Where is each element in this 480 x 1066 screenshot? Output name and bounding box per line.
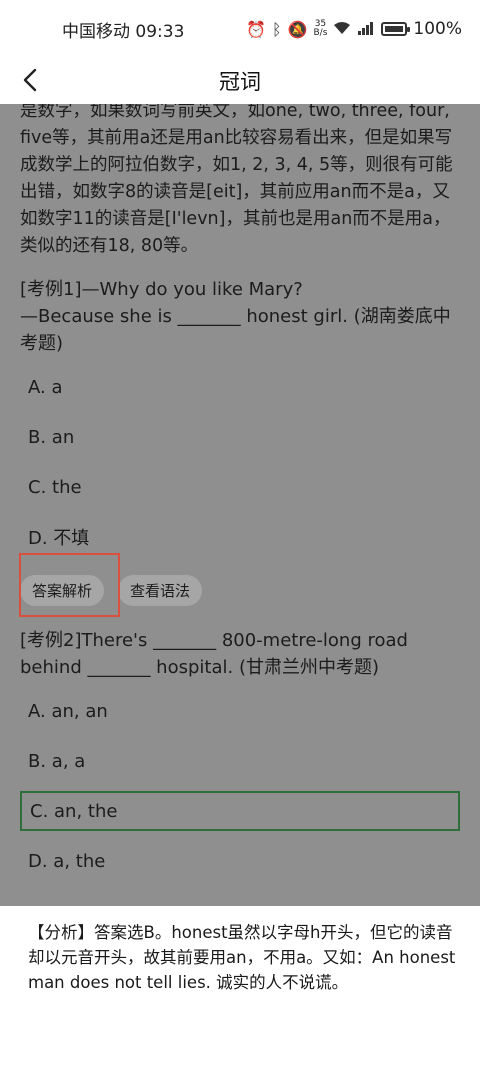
- q2-option-d[interactable]: D. a, the: [20, 841, 460, 881]
- analysis-text: 【分析】答案选B。honest虽然以字母h开头，但它的读音却以元音开头，故其前要…: [28, 923, 456, 992]
- highlight-box: [19, 553, 120, 617]
- carrier-time: 中国移动 09:33: [62, 21, 185, 42]
- bluetooth-icon: ᛒ: [271, 19, 282, 39]
- question-1-actions: 答案解析 查看语法: [19, 553, 460, 617]
- question-1-line-2: —Because she is _______ honest girl. (湖南…: [20, 306, 451, 354]
- question-1-options: A. a B. an C. the D. 不填: [20, 367, 460, 557]
- back-button[interactable]: [12, 62, 48, 98]
- q1-option-c[interactable]: C. the: [20, 467, 460, 507]
- battery-icon: [381, 22, 411, 36]
- chevron-left-icon: [23, 68, 37, 92]
- question-1-line-1: [考例1]—Why do you like Mary?: [20, 279, 303, 300]
- question-2: [考例2]There's _______ 800-metre-long road…: [20, 630, 408, 678]
- mute-icon: 🔕: [287, 19, 308, 39]
- q1-option-d[interactable]: D. 不填: [20, 517, 460, 557]
- q2-option-a[interactable]: A. an, an: [20, 691, 460, 731]
- q2-option-b[interactable]: B. a, a: [20, 741, 460, 781]
- status-bar: 中国移动 09:33 ⏰ ᛒ 🔕 35 B/s 100%: [0, 0, 480, 58]
- content-scroll-area[interactable]: 是数字，如果数词写前英文，如one, two, three, four, fiv…: [0, 104, 480, 906]
- nav-bar: 冠词: [0, 58, 480, 104]
- q1-option-a[interactable]: A. a: [20, 367, 460, 407]
- alarm-icon: ⏰: [246, 19, 266, 39]
- status-icons: ⏰ ᛒ 🔕 35 B/s 100%: [246, 19, 462, 39]
- question-1: [考例1]—Why do you like Mary? —Because she…: [20, 276, 460, 357]
- q2-option-c[interactable]: C. an, the: [20, 791, 460, 831]
- net-speed: 35 B/s: [313, 19, 328, 38]
- q1-option-b[interactable]: B. an: [20, 417, 460, 457]
- analysis-panel: 【分析】答案选B。honest虽然以字母h开头，但它的读音却以元音开头，故其前要…: [0, 906, 480, 1066]
- page-title: 冠词: [219, 70, 261, 94]
- wifi-icon: [333, 20, 351, 39]
- intro-paragraph: 是数字，如果数词写前英文，如one, two, three, four, fiv…: [20, 104, 453, 256]
- view-grammar-button[interactable]: 查看语法: [118, 574, 203, 606]
- question-2-options: A. an, an B. a, a C. an, the D. a, the: [20, 691, 460, 881]
- battery-percent: 100%: [413, 19, 462, 39]
- signal-icon: [357, 20, 375, 39]
